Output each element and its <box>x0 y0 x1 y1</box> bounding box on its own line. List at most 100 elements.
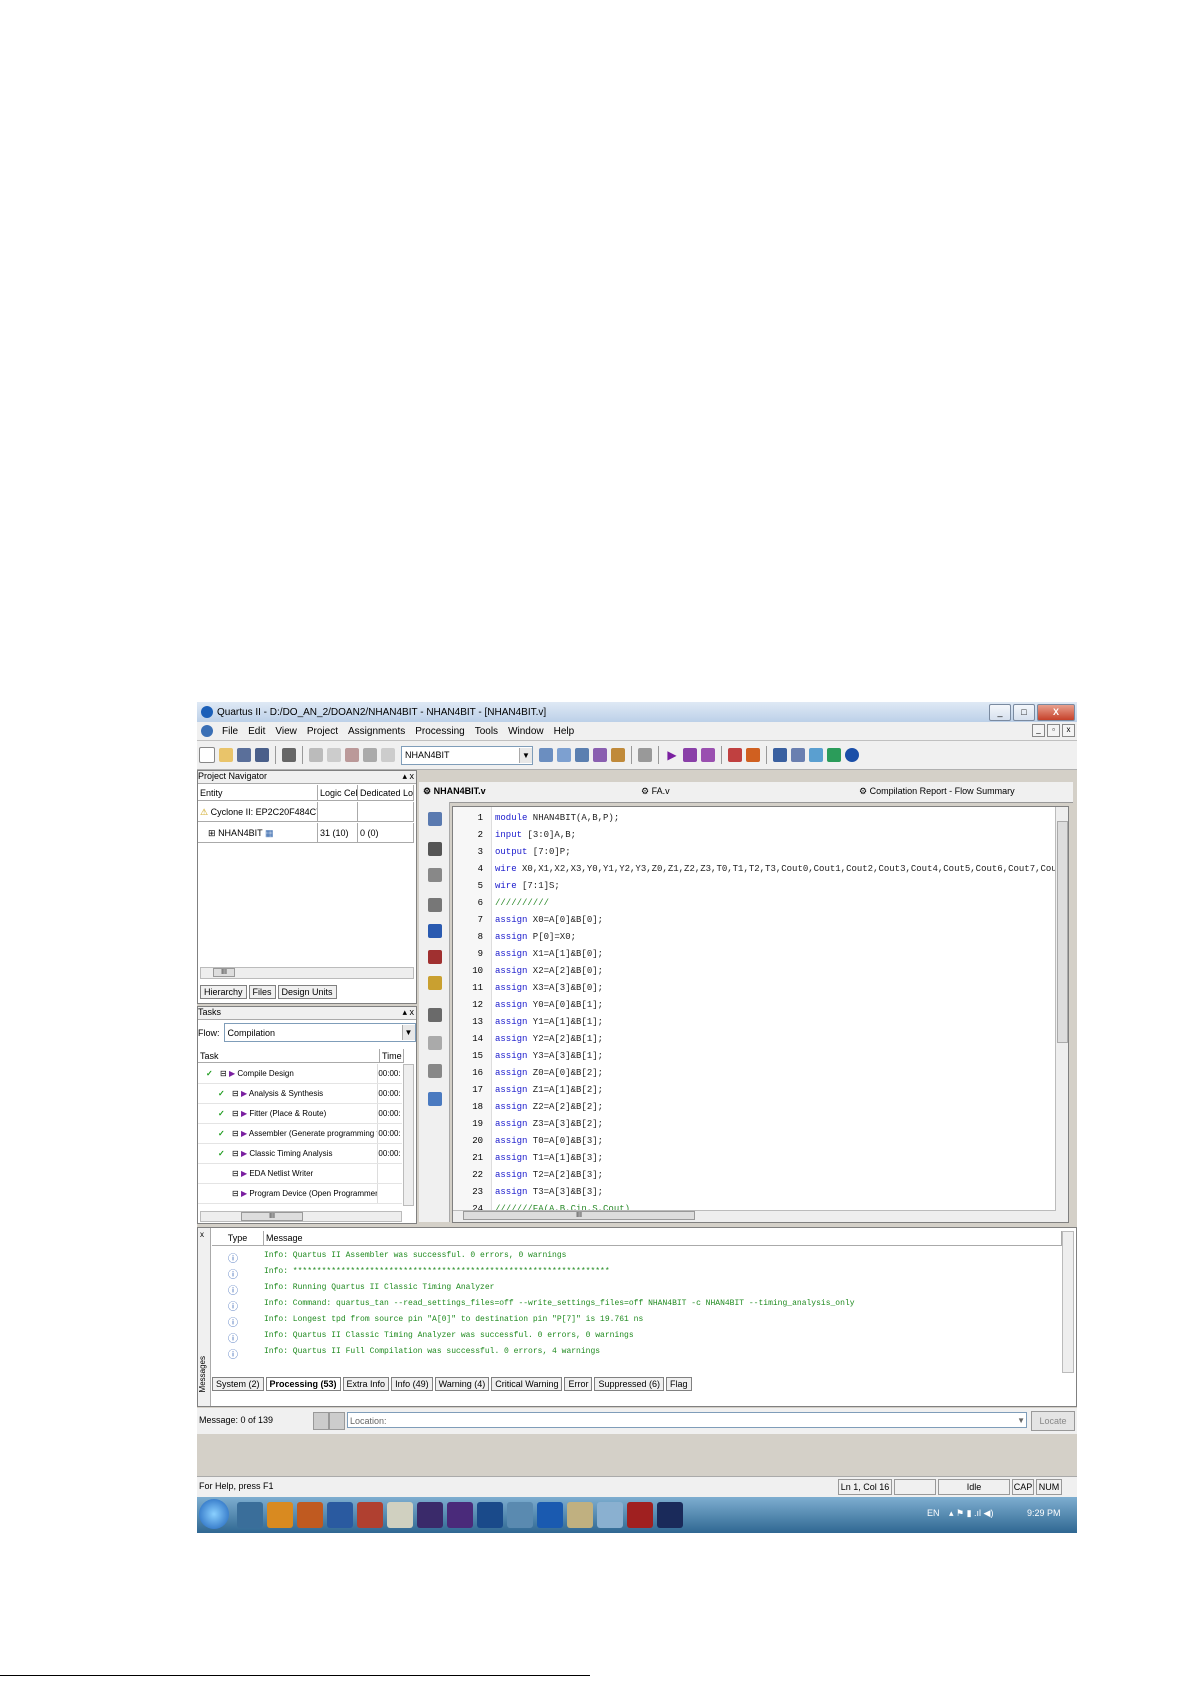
task-row[interactable]: ✓ ⊟ ▶ Compile Design 00:00: <box>198 1064 402 1084</box>
expand-icon[interactable]: ⊟ <box>232 1109 241 1118</box>
task-row[interactable]: ⊟ ▶ Program Device (Open Programmer) <box>198 1184 402 1204</box>
tasks-vscrollbar[interactable] <box>403 1064 414 1206</box>
paint-icon[interactable] <box>507 1502 533 1528</box>
save-icon[interactable] <box>237 748 251 762</box>
document-system-icon[interactable] <box>201 725 213 737</box>
minimize-button[interactable]: _ <box>989 704 1011 721</box>
expand-icon[interactable]: ⊞ <box>208 828 216 838</box>
chevron-down-icon[interactable]: ▼ <box>401 1025 415 1040</box>
menu-processing[interactable]: Processing <box>410 726 469 737</box>
code-line[interactable]: 7 assign X0=A[0]&B[0]; <box>453 912 603 929</box>
bookmark-icon[interactable] <box>428 924 442 938</box>
expand-icon[interactable]: ⊟ <box>232 1189 241 1198</box>
comment-icon[interactable] <box>428 976 442 990</box>
device-row[interactable]: ⚠ Cyclone II: EP2C20F484C7 <box>198 802 414 822</box>
task-row[interactable]: ⊟ ▶ EDA Netlist Writer <box>198 1164 402 1184</box>
timing-analyzer-icon[interactable] <box>728 748 742 762</box>
code-line[interactable]: 5 wire [7:1]S; <box>453 878 560 895</box>
timing-icon[interactable] <box>593 748 607 762</box>
tab-fa-v[interactable]: ⚙ FA.v <box>641 786 670 797</box>
message-line[interactable]: Info: Command: quartus_tan --read_settin… <box>264 1299 855 1308</box>
start-compilation-icon[interactable]: ▶ <box>665 748 679 762</box>
expand-icon[interactable]: ⊟ <box>232 1089 241 1098</box>
rtl-viewer-icon[interactable] <box>773 748 787 762</box>
message-tab[interactable]: Info (49) <box>391 1377 433 1391</box>
clear-bookmark-icon[interactable] <box>428 950 442 964</box>
scroll-thumb[interactable]: III <box>463 1211 695 1220</box>
task-row[interactable]: ✓ ⊟ ▶ Fitter (Place & Route) 00:00: <box>198 1104 402 1124</box>
menu-help[interactable]: Help <box>549 726 580 737</box>
brackets-icon[interactable] <box>428 868 442 882</box>
column-task[interactable]: Task <box>198 1049 380 1063</box>
editor-hscrollbar[interactable]: III <box>453 1210 1056 1222</box>
message-line[interactable]: Info: Running Quartus II Classic Timing … <box>264 1283 494 1292</box>
indent-icon[interactable] <box>428 898 442 912</box>
scroll-thumb[interactable] <box>1057 821 1068 1043</box>
column-time[interactable]: Time ( <box>380 1049 404 1063</box>
word-wrap-icon[interactable] <box>428 1092 442 1106</box>
find-icon[interactable] <box>428 842 442 856</box>
analysis-elaboration-icon[interactable] <box>683 748 697 762</box>
menu-file[interactable]: File <box>217 726 243 737</box>
tab-compilation-report[interactable]: ⚙ Compilation Report - Flow Summary <box>859 786 1015 797</box>
archive-icon[interactable] <box>567 1502 593 1528</box>
message-tab[interactable]: Flag <box>666 1377 692 1391</box>
stop-icon[interactable] <box>638 748 652 762</box>
line-number-icon[interactable] <box>428 1036 442 1050</box>
menu-view[interactable]: View <box>270 726 302 737</box>
column-message[interactable]: Message <box>264 1231 1062 1246</box>
code-line[interactable]: 14 assign Y2=A[2]&B[1]; <box>453 1031 603 1048</box>
clock[interactable]: 9:29 PM <box>1027 1508 1061 1518</box>
code-line[interactable]: 23 assign T3=A[3]&B[3]; <box>453 1184 603 1201</box>
message-tab[interactable]: Critical Warning <box>491 1377 563 1391</box>
close-icon[interactable]: x <box>200 1230 204 1239</box>
ascii-icon[interactable] <box>428 1008 442 1022</box>
photoshop-icon[interactable] <box>477 1502 503 1528</box>
menu-project[interactable]: Project <box>302 726 343 737</box>
tab-hierarchy[interactable]: Hierarchy <box>200 985 247 999</box>
save-all-icon[interactable] <box>255 748 269 762</box>
acrobat-icon[interactable] <box>627 1502 653 1528</box>
maximize-button[interactable]: □ <box>1013 704 1035 721</box>
sopc-builder-icon[interactable] <box>827 748 841 762</box>
start-button[interactable] <box>199 1499 229 1529</box>
tasks-hscrollbar[interactable]: III <box>200 1211 402 1222</box>
code-editor[interactable]: 1 module NHAN4BIT(A,B,P); 2 input [3:0]A,B;… <box>452 806 1069 1223</box>
chip-planner-icon[interactable] <box>557 748 571 762</box>
firefox-icon[interactable] <box>297 1502 323 1528</box>
scroll-thumb[interactable]: III <box>241 1212 303 1221</box>
code-line[interactable]: 19 assign Z3=A[3]&B[2]; <box>453 1116 603 1133</box>
go-to-line-icon[interactable] <box>428 1064 442 1078</box>
menu-window[interactable]: Window <box>503 726 549 737</box>
location-field[interactable]: Location: ▼ <box>347 1412 1027 1428</box>
menu-assignments[interactable]: Assignments <box>343 726 410 737</box>
run-task-icon[interactable]: ▶ <box>241 1129 249 1138</box>
messages-vscrollbar[interactable] <box>1062 1231 1074 1373</box>
undo-icon[interactable] <box>363 748 377 762</box>
code-line[interactable]: 15 assign Y3=A[3]&B[1]; <box>453 1048 603 1065</box>
language-indicator[interactable]: EN <box>927 1508 940 1518</box>
code-line[interactable]: 16 assign Z0=A[0]&B[2]; <box>453 1065 603 1082</box>
code-line[interactable]: 2 input [3:0]A,B; <box>453 827 576 844</box>
flow-select[interactable]: Compilation ▼ <box>223 1023 416 1042</box>
message-tab[interactable]: Warning (4) <box>434 1377 490 1391</box>
chevron-down-icon[interactable]: ▼ <box>1017 1413 1025 1429</box>
message-line[interactable]: Info: Quartus II Assembler was successfu… <box>264 1251 566 1260</box>
tab-nhan4bit-v[interactable]: ⚙ NHAN4BIT.v <box>423 786 486 797</box>
tab-files[interactable]: Files <box>248 985 276 999</box>
code-line[interactable]: 21 assign T1=A[1]&B[3]; <box>453 1150 603 1167</box>
navigator-hscrollbar[interactable]: III <box>200 967 414 979</box>
code-line[interactable]: 3 output [7:0]P; <box>453 844 571 861</box>
quartus-taskbar-icon[interactable] <box>327 1502 353 1528</box>
matlab-icon[interactable] <box>357 1502 383 1528</box>
entity-combo[interactable]: NHAN4BIT ▼ <box>401 745 533 765</box>
task-row[interactable]: ✓ ⊟ ▶ Classic Timing Analysis 00:00: <box>198 1144 402 1164</box>
settings-icon[interactable] <box>539 748 553 762</box>
task-row[interactable]: ✓ ⊟ ▶ Analysis & Synthesis 00:00: <box>198 1084 402 1104</box>
chevron-down-icon[interactable]: ▼ <box>519 747 532 763</box>
cut-icon[interactable] <box>309 748 323 762</box>
explorer-icon[interactable] <box>237 1502 263 1528</box>
message-line[interactable]: Info: Longest tpd from source pin "A[0]"… <box>264 1315 643 1324</box>
editor-vscrollbar[interactable] <box>1055 807 1068 1222</box>
code-line[interactable]: 10 assign X2=A[2]&B[0]; <box>453 963 603 980</box>
